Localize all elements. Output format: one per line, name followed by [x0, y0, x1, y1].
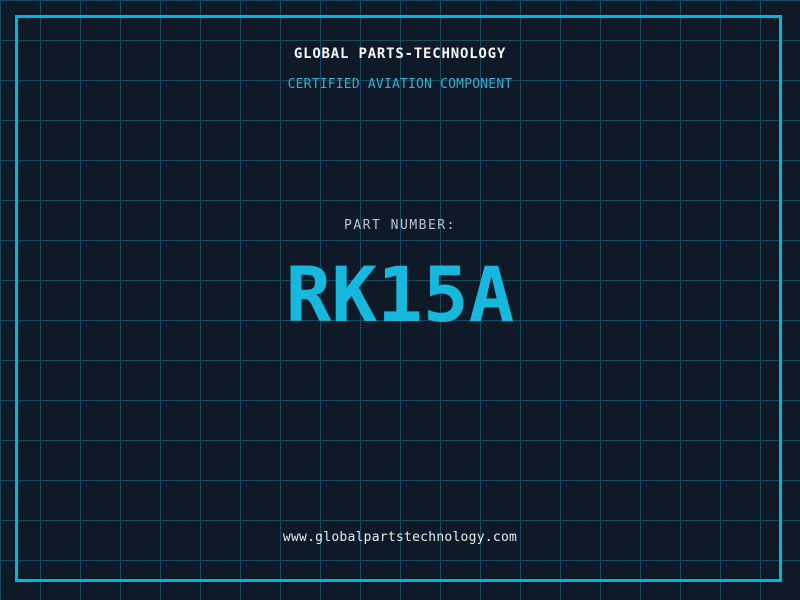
- certification-subtitle: CERTIFIED AVIATION COMPONENT: [287, 77, 513, 92]
- part-number-value: RK15A: [285, 250, 515, 339]
- website-url: www.globalpartstechnology.com: [282, 530, 518, 545]
- part-number-label: PART NUMBER:: [344, 218, 456, 233]
- company-title: GLOBAL PARTS-TECHNOLOGY: [293, 46, 507, 62]
